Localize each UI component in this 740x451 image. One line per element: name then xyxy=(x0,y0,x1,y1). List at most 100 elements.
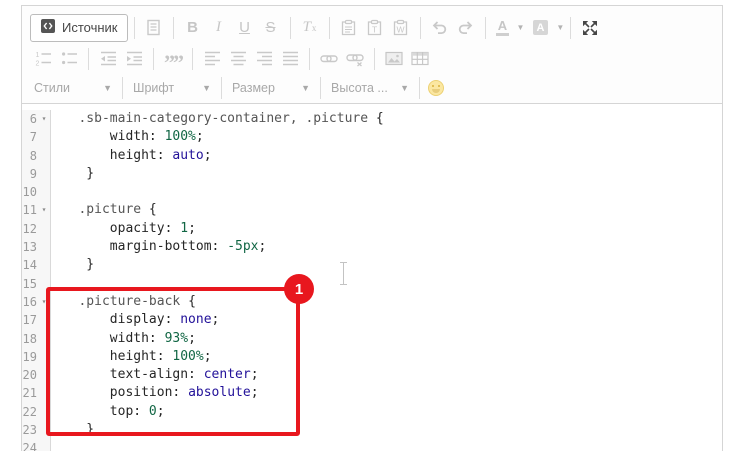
separator xyxy=(420,17,421,39)
separator xyxy=(221,77,222,99)
line-number: 19 xyxy=(22,348,38,366)
templates-icon[interactable] xyxy=(142,16,166,40)
fold-spacer xyxy=(38,165,50,183)
font-combo[interactable]: Шрифт ▼ xyxy=(129,77,215,99)
line-number-gutter: 16▾ xyxy=(22,293,51,311)
source-code-area[interactable]: 6▾ .sb-main-category-container, .picture… xyxy=(22,106,722,451)
line-number: 7 xyxy=(22,128,38,146)
line-number-gutter: 10 xyxy=(22,183,51,201)
remove-format-icon[interactable]: Tx xyxy=(298,16,322,40)
toolbar-row-3: Стили ▼ Шрифт ▼ Размер ▼ Высота ... ▼ xyxy=(30,74,714,101)
fold-arrow-icon[interactable]: ▾ xyxy=(38,201,50,219)
line-number-gutter: 13 xyxy=(22,238,51,256)
code-line[interactable]: 21 position: absolute; xyxy=(22,384,722,402)
code-line[interactable]: 6▾ .sb-main-category-container, .picture… xyxy=(22,110,722,128)
code-text: position: absolute; xyxy=(51,384,259,402)
redo-icon[interactable] xyxy=(454,16,478,40)
code-line[interactable]: 12 opacity: 1; xyxy=(22,220,722,238)
code-line[interactable]: 20 text-align: center; xyxy=(22,366,722,384)
line-number: 15 xyxy=(22,275,38,293)
code-line[interactable]: 18 width: 93%; xyxy=(22,330,722,348)
chevron-down-icon: ▼ xyxy=(301,83,310,93)
code-line[interactable]: 14 } xyxy=(22,256,722,274)
fold-arrow-icon[interactable]: ▾ xyxy=(38,110,50,128)
line-number-gutter: 23 xyxy=(22,421,51,439)
paste-plain-text-icon[interactable]: T xyxy=(363,16,387,40)
fold-spacer xyxy=(38,275,50,293)
bulleted-list-icon[interactable] xyxy=(57,47,81,71)
image-icon[interactable] xyxy=(382,47,406,71)
bold-icon[interactable]: B xyxy=(181,16,205,40)
align-right-icon[interactable] xyxy=(252,47,276,71)
separator xyxy=(329,17,330,39)
unlink-icon[interactable] xyxy=(343,47,367,71)
text-color-caret-icon[interactable]: ▼ xyxy=(517,23,525,32)
code-line[interactable]: 13 margin-bottom: -5px; xyxy=(22,238,722,256)
decrease-indent-icon[interactable] xyxy=(96,47,120,71)
align-center-icon[interactable] xyxy=(226,47,250,71)
code-text: .sb-main-category-container, .picture { xyxy=(51,110,384,128)
line-height-combo-label: Высота ... xyxy=(331,81,388,95)
fold-spacer xyxy=(38,403,50,421)
code-line[interactable]: 9 } xyxy=(22,165,722,183)
increase-indent-icon[interactable] xyxy=(122,47,146,71)
line-number-gutter: 14 xyxy=(22,256,51,274)
code-line[interactable]: 19 height: 100%; xyxy=(22,348,722,366)
line-height-combo[interactable]: Высота ... ▼ xyxy=(327,77,413,99)
fold-spacer xyxy=(38,421,50,439)
code-line[interactable]: 10 xyxy=(22,183,722,201)
code-text: .picture-back { xyxy=(51,293,196,311)
styles-combo[interactable]: Стили ▼ xyxy=(30,77,116,99)
source-button[interactable]: Источник xyxy=(30,14,128,42)
size-combo[interactable]: Размер ▼ xyxy=(228,77,314,99)
code-line[interactable]: 23 } xyxy=(22,421,722,439)
chevron-down-icon: ▼ xyxy=(202,83,211,93)
code-line[interactable]: 7 width: 100%; xyxy=(22,128,722,146)
code-text: width: 100%; xyxy=(51,128,204,146)
line-number: 11 xyxy=(22,201,38,219)
separator xyxy=(134,17,135,39)
blockquote-icon[interactable]: ”” xyxy=(161,47,185,71)
code-text: height: 100%; xyxy=(51,348,212,366)
maximize-icon[interactable] xyxy=(578,16,602,40)
line-number: 13 xyxy=(22,238,38,256)
link-icon[interactable] xyxy=(317,47,341,71)
undo-icon[interactable] xyxy=(428,16,452,40)
underline-icon[interactable]: U xyxy=(233,16,257,40)
italic-icon[interactable]: I xyxy=(207,16,231,40)
table-icon[interactable] xyxy=(408,47,432,71)
strikethrough-icon[interactable]: S xyxy=(259,16,283,40)
separator xyxy=(419,77,420,99)
justify-icon[interactable] xyxy=(278,47,302,71)
paste-from-word-icon[interactable]: W xyxy=(389,16,413,40)
code-line[interactable]: 11▾ .picture { xyxy=(22,201,722,219)
fold-arrow-icon[interactable]: ▾ xyxy=(38,293,50,311)
code-line[interactable]: 17 display: none; xyxy=(22,311,722,329)
fold-spacer xyxy=(38,366,50,384)
text-color-icon[interactable]: A xyxy=(493,16,513,40)
code-line[interactable]: 22 top: 0; xyxy=(22,403,722,421)
numbered-list-icon[interactable]: 12 xyxy=(31,47,55,71)
separator xyxy=(485,17,486,39)
paste-icon[interactable] xyxy=(337,16,361,40)
line-number: 6 xyxy=(22,110,38,128)
svg-text:1: 1 xyxy=(35,52,39,59)
line-number: 20 xyxy=(22,366,38,384)
align-left-icon[interactable] xyxy=(200,47,224,71)
separator xyxy=(320,77,321,99)
code-line[interactable]: 24 xyxy=(22,439,722,451)
code-line[interactable]: 15 xyxy=(22,275,722,293)
line-number: 18 xyxy=(22,330,38,348)
code-line[interactable]: 8 height: auto; xyxy=(22,147,722,165)
code-line[interactable]: 16▾ .picture-back { xyxy=(22,293,722,311)
bg-color-caret-icon[interactable]: ▼ xyxy=(556,23,564,32)
code-text: opacity: 1; xyxy=(51,220,196,238)
line-number-gutter: 6▾ xyxy=(22,110,51,128)
smiley-icon[interactable] xyxy=(428,80,444,96)
line-number: 23 xyxy=(22,421,38,439)
line-number-gutter: 19 xyxy=(22,348,51,366)
line-number-gutter: 11▾ xyxy=(22,201,51,219)
bg-color-icon[interactable]: A xyxy=(528,16,552,40)
source-icon xyxy=(40,18,56,37)
styles-combo-label: Стили xyxy=(34,81,70,95)
